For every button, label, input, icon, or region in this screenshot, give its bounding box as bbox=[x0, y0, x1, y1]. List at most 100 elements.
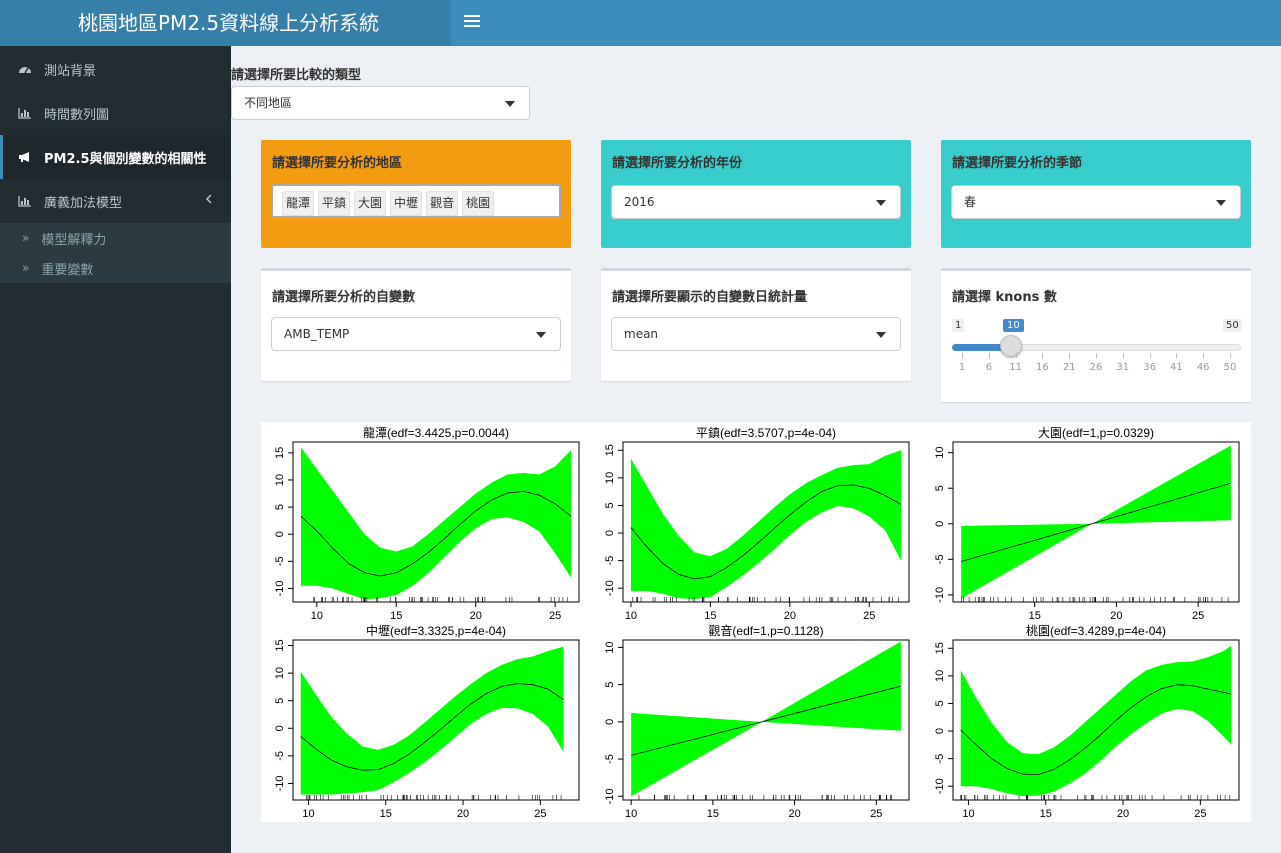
slider-grid-tick bbox=[1176, 353, 1178, 358]
region-tag[interactable]: 桃園 bbox=[462, 191, 495, 216]
x-tick-label: 15 bbox=[1040, 808, 1052, 820]
sidebar-item-correlation[interactable]: PM2.5與個別變數的相關性 bbox=[0, 135, 231, 179]
double-chevron-right-icon: » bbox=[22, 231, 30, 245]
x-tick-label: 15 bbox=[707, 808, 719, 820]
season-box: 請選擇所要分析的季節 春 bbox=[941, 140, 1251, 248]
variable-label: 請選擇所要分析的自變數 bbox=[272, 290, 416, 305]
compare-type-label: 請選擇所要比較的類型 bbox=[231, 68, 362, 83]
y-tick-label: 15 bbox=[274, 447, 286, 459]
slider-grid-label: 50 bbox=[1223, 362, 1237, 373]
confidence-band bbox=[631, 641, 901, 797]
variable-select[interactable]: AMB_TEMP bbox=[271, 317, 561, 351]
statistic-box: 請選擇所要顯示的自變數日統計量 mean bbox=[601, 268, 911, 381]
slider-grid-tick bbox=[962, 353, 963, 358]
x-tick-label: 25 bbox=[863, 610, 875, 622]
slider-grid-tick bbox=[1203, 353, 1205, 358]
y-tick-label: 10 bbox=[274, 474, 286, 486]
region-tag[interactable]: 大園 bbox=[354, 191, 387, 216]
region-tag[interactable]: 觀音 bbox=[426, 191, 459, 216]
statistic-select[interactable]: mean bbox=[611, 317, 901, 351]
sidebar-item-label: 時間數列圖 bbox=[44, 107, 110, 123]
slider-grid-tick bbox=[1015, 353, 1017, 358]
year-value: 2016 bbox=[624, 195, 655, 209]
y-tick-label: -5 bbox=[274, 556, 286, 566]
season-value: 春 bbox=[964, 195, 977, 209]
x-tick-label: 20 bbox=[457, 808, 469, 820]
y-tick-label: -10 bbox=[934, 587, 946, 603]
x-tick-label: 25 bbox=[1194, 808, 1206, 820]
slider-grid-tick bbox=[988, 353, 990, 358]
sidebar-subitem-important-variables[interactable]: » 重要變數 bbox=[0, 253, 231, 283]
year-label: 請選擇所要分析的年份 bbox=[612, 156, 743, 171]
y-tick-label: -5 bbox=[604, 754, 616, 764]
y-tick-label: 5 bbox=[274, 504, 286, 510]
x-tick-label: 25 bbox=[870, 808, 882, 820]
sidebar-subitem-label: 重要變數 bbox=[41, 262, 94, 278]
confidence-band bbox=[300, 646, 564, 795]
plot-title: 大園(edf=1,p=0.0329) bbox=[1038, 426, 1154, 440]
x-tick-label: 10 bbox=[625, 610, 637, 622]
y-tick-label: 5 bbox=[604, 682, 616, 688]
y-tick-label: 0 bbox=[274, 531, 286, 537]
x-tick-label: 10 bbox=[962, 808, 974, 820]
region-multiselect[interactable]: 龍潭 平鎮 大園 中壢 觀音 桃園 bbox=[271, 184, 561, 218]
sidebar-subitem-explanatory-power[interactable]: » 模型解釋力 bbox=[0, 223, 231, 253]
sidebar-toggle-icon[interactable] bbox=[464, 12, 480, 32]
app-title: 桃園地區PM2.5資料線上分析系統 bbox=[0, 0, 451, 46]
y-tick-label: 5 bbox=[274, 698, 286, 704]
gam-plots-svg: 龍潭(edf=3.4425,p=0.0044) 10 15 20 25 -10 -5 0 5 10… bbox=[274, 425, 1240, 820]
variable-value: AMB_TEMP bbox=[284, 327, 350, 341]
slider-grid-tick bbox=[1149, 353, 1151, 358]
year-select[interactable]: 2016 bbox=[611, 185, 901, 219]
year-box: 請選擇所要分析的年份 2016 bbox=[601, 140, 911, 248]
region-tag[interactable]: 平鎮 bbox=[318, 191, 351, 216]
sidebar: 測站背景 時間數列圖 PM2.5與個別變數的相關性 廣義加法模型 » 模型解釋力… bbox=[0, 46, 231, 853]
slider-grid-tick bbox=[1096, 353, 1097, 358]
x-tick-label: 20 bbox=[470, 610, 482, 622]
slider-grid-label: 31 bbox=[1116, 362, 1130, 373]
plot-title: 平鎮(edf=3.5707,p=4e-04) bbox=[696, 425, 836, 440]
x-tick-label: 15 bbox=[1029, 610, 1041, 622]
dashboard-icon bbox=[18, 63, 36, 75]
caret-down-icon bbox=[876, 200, 886, 206]
y-tick-label: -5 bbox=[604, 556, 616, 566]
caret-down-icon bbox=[1216, 200, 1226, 206]
y-tick-label: -10 bbox=[934, 778, 946, 794]
season-select[interactable]: 春 bbox=[951, 185, 1241, 219]
slider-handle[interactable] bbox=[1000, 335, 1022, 357]
caret-down-icon bbox=[876, 332, 886, 338]
y-tick-label: 0 bbox=[934, 728, 946, 734]
compare-type-select[interactable]: 不同地區 bbox=[231, 86, 530, 120]
slider-grid-tick bbox=[1069, 353, 1071, 358]
region-label: 請選擇所要分析的地區 bbox=[272, 156, 403, 171]
region-tag[interactable]: 龍潭 bbox=[282, 191, 315, 216]
plot-title: 觀音(edf=1,p=0.1128) bbox=[708, 623, 823, 638]
plot-title: 中壢(edf=3.3325,p=4e-04) bbox=[366, 623, 506, 638]
region-tag[interactable]: 中壢 bbox=[390, 191, 423, 216]
slider-value-label: 10 bbox=[1003, 319, 1024, 332]
confidence-band bbox=[300, 447, 572, 600]
x-tick-label: 20 bbox=[1117, 808, 1129, 820]
slider-grid-tick bbox=[1230, 353, 1231, 358]
x-tick-label: 20 bbox=[788, 808, 800, 820]
x-tick-label: 10 bbox=[302, 808, 314, 820]
confidence-band bbox=[961, 445, 1231, 599]
sidebar-item-label: 測站背景 bbox=[44, 63, 97, 79]
y-tick-label: 10 bbox=[604, 472, 616, 484]
sidebar-item-time-series[interactable]: 時間數列圖 bbox=[0, 91, 231, 135]
statistic-value: mean bbox=[624, 327, 659, 341]
y-tick-label: 5 bbox=[934, 485, 946, 491]
slider-grid-label: 46 bbox=[1196, 362, 1210, 373]
x-tick-label: 20 bbox=[784, 610, 796, 622]
variable-box: 請選擇所要分析的自變數 AMB_TEMP bbox=[261, 268, 571, 381]
sidebar-item-station-background[interactable]: 測站背景 bbox=[0, 47, 231, 91]
slider-grid-label: 36 bbox=[1143, 362, 1156, 373]
knots-label: 請選擇 knons 數 bbox=[952, 290, 1057, 305]
y-tick-label: -5 bbox=[934, 754, 946, 764]
sidebar-item-label: 廣義加法模型 bbox=[44, 195, 123, 211]
y-tick-label: 10 bbox=[934, 670, 946, 682]
slider-grid-label: 41 bbox=[1170, 362, 1183, 373]
slider-grid-tick bbox=[1122, 353, 1124, 358]
sidebar-item-gam[interactable]: 廣義加法模型 bbox=[0, 179, 231, 223]
x-tick-label: 15 bbox=[390, 610, 402, 622]
